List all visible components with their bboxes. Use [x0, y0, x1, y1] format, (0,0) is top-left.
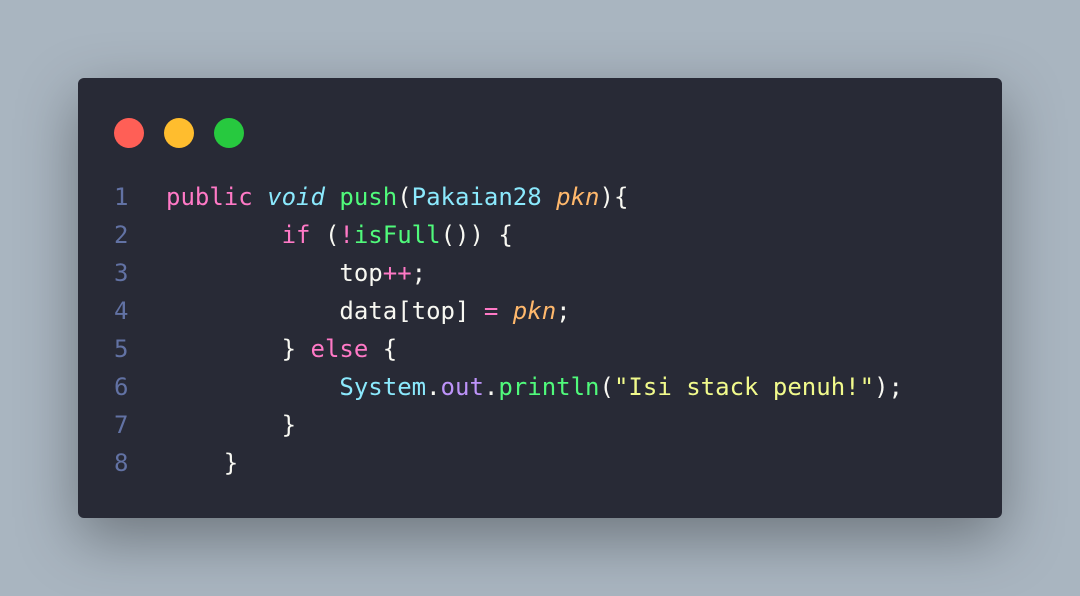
- code-token-param: pkn: [512, 297, 557, 325]
- code-token-function: println: [498, 373, 600, 401]
- code-block: 1 public void push(Pakaian28 pkn){2 if (!…: [78, 178, 1002, 482]
- code-token-default: .: [426, 373, 441, 401]
- line-source: top++;: [166, 254, 426, 292]
- code-token-keyword: public: [166, 183, 268, 211]
- code-token-default: ){: [599, 183, 629, 211]
- code-line: 3 top++;: [78, 254, 1002, 292]
- line-number: 1: [114, 183, 129, 211]
- code-token-keyword: if: [281, 221, 311, 249]
- code-token-keyword: =: [483, 297, 499, 325]
- code-token-default: (: [310, 221, 340, 249]
- code-token-string: "Isi stack penuh!": [613, 373, 875, 401]
- code-token-keyword: !: [339, 221, 354, 249]
- code-token-default: ;: [411, 259, 427, 287]
- code-token-default: data[top]: [166, 297, 484, 325]
- code-token-default: (: [599, 373, 614, 401]
- line-number: 4: [114, 297, 129, 325]
- code-line: 8 }: [78, 444, 1002, 482]
- code-token-default: ;: [556, 297, 571, 325]
- code-token-function: push: [339, 183, 398, 211]
- line-number: 8: [114, 449, 129, 477]
- code-token-default: {: [368, 335, 398, 363]
- code-line: 1 public void push(Pakaian28 pkn){: [78, 178, 1002, 216]
- line-source: System.out.println("Isi stack penuh!");: [166, 368, 903, 406]
- line-number: 5: [114, 335, 129, 363]
- line-number: 6: [114, 373, 129, 401]
- code-token-default: [542, 183, 556, 211]
- code-token-default: [498, 297, 512, 325]
- line-number: 2: [114, 221, 129, 249]
- code-line: 4 data[top] = pkn;: [78, 292, 1002, 330]
- code-token-type: void: [267, 183, 325, 211]
- code-token-default: .: [483, 373, 499, 401]
- code-line: 7 }: [78, 406, 1002, 444]
- code-token-param: pkn: [556, 183, 600, 211]
- code-token-type: System: [339, 373, 427, 401]
- code-token-type: Pakaian28: [411, 183, 542, 211]
- code-token-default: [325, 183, 339, 211]
- line-number: 3: [114, 259, 129, 287]
- code-line: 2 if (!isFull()) {: [78, 216, 1002, 254]
- line-source: if (!isFull()) {: [166, 216, 513, 254]
- code-token-default: ()) {: [440, 221, 513, 249]
- line-source: public void push(Pakaian28 pkn){: [166, 178, 628, 216]
- code-token-keyword: ++: [382, 259, 412, 287]
- line-number: 7: [114, 411, 129, 439]
- code-token-default: }: [166, 335, 311, 363]
- code-token-field: out: [440, 373, 484, 401]
- line-source: data[top] = pkn;: [166, 292, 571, 330]
- code-line: 5 } else {: [78, 330, 1002, 368]
- code-token-keyword: else: [310, 335, 369, 363]
- code-token-function: isFull: [353, 221, 441, 249]
- line-source: }: [166, 406, 296, 444]
- code-token-default: top: [166, 259, 383, 287]
- code-token-default: }: [166, 449, 239, 477]
- code-token-default: [166, 221, 282, 249]
- window-controls: [114, 118, 244, 148]
- code-token-default: }: [166, 411, 297, 439]
- code-token-default: (: [397, 183, 412, 211]
- line-source: } else {: [166, 330, 398, 368]
- line-source: }: [166, 444, 238, 482]
- code-token-default: [166, 373, 339, 401]
- maximize-dot-icon[interactable]: [214, 118, 244, 148]
- minimize-dot-icon[interactable]: [164, 118, 194, 148]
- code-line: 6 System.out.println("Isi stack penuh!")…: [78, 368, 1002, 406]
- code-window: 1 public void push(Pakaian28 pkn){2 if (!…: [78, 78, 1002, 518]
- close-dot-icon[interactable]: [114, 118, 144, 148]
- code-token-default: );: [874, 373, 903, 401]
